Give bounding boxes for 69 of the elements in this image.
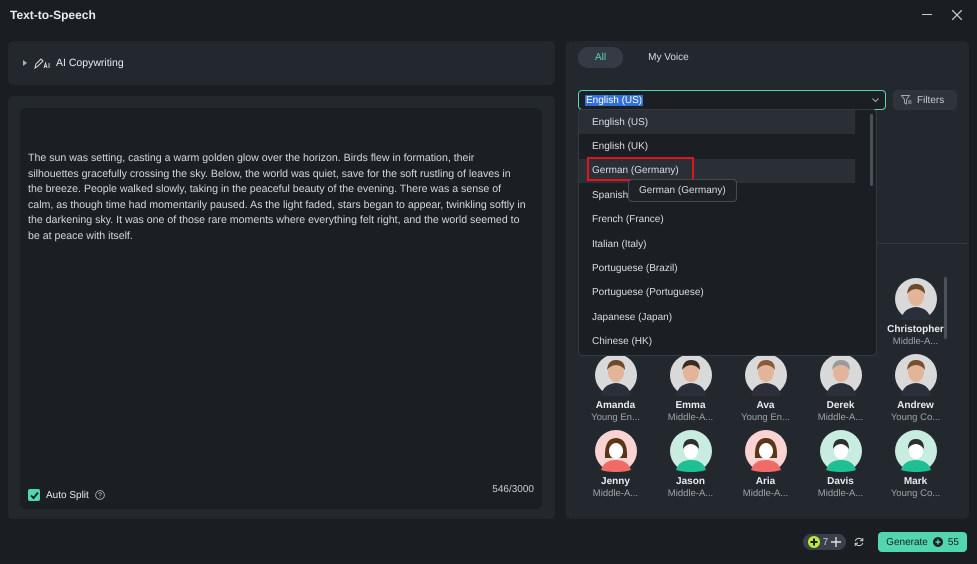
voice-description: Young Co... — [890, 412, 940, 423]
language-option[interactable]: English (US) — [592, 116, 648, 128]
language-option[interactable]: Portuguese (Brazil) — [592, 263, 678, 274]
voice-tab[interactable]: My Voice — [631, 47, 706, 68]
voice-name: Davis — [827, 476, 854, 487]
voice-description: Middle-A... — [818, 488, 864, 499]
voice-tab[interactable]: All — [578, 47, 624, 68]
voice-description: Middle-A... — [818, 412, 864, 423]
character-count: 546/3000 — [492, 484, 534, 494]
voice-description: Middle-A... — [668, 412, 714, 423]
pen-ai-icon — [34, 57, 50, 69]
avatar[interactable] — [594, 354, 636, 396]
voice-description: Young Co... — [890, 488, 940, 499]
coin-icon — [932, 537, 943, 547]
voice-name: Christopher — [887, 324, 944, 335]
language-option[interactable]: Spanish — [592, 190, 628, 201]
scrollbar[interactable] — [870, 114, 873, 186]
voice-description: Middle-A... — [592, 488, 638, 499]
language-select[interactable]: English (US) — [578, 90, 886, 110]
avatar[interactable] — [594, 430, 636, 472]
auto-split-checkbox[interactable] — [28, 489, 40, 501]
filters-button[interactable]: Filters — [893, 90, 957, 110]
avatar[interactable] — [820, 354, 862, 396]
avatar[interactable] — [744, 430, 786, 472]
window-title: Text-to-Speech — [10, 8, 97, 22]
credit-icon — [808, 536, 820, 548]
voice-name: Amanda — [596, 400, 636, 411]
voice-name: Andrew — [897, 400, 934, 411]
language-option[interactable]: Chinese (HK) — [592, 336, 652, 348]
voice-name: Derek — [826, 400, 854, 411]
credits-pill[interactable]: 7 — [802, 534, 846, 550]
voice-description: Middle-A... — [668, 488, 714, 499]
ai-copywriting-label[interactable]: AI Copywriting — [56, 57, 124, 69]
script-text[interactable]: The sun was setting, casting a warm golden glow over the horizon. Birds flew in formation, their silhouettes gracefully crossing the sky. Below, the world was quiet, save for the soft rustling of leaves in the breeze. People walked slowly, taking in the peaceful beauty of the evening. There was a sense of calm, as though time had momentarily paused. As the light faded, stars began to appear, twinkling softly in the darkening sky. It was one of those rare moments where everything felt right, and the world seemed to be at peace with itself. — [28, 151, 526, 245]
help-icon[interactable] — [94, 490, 105, 500]
voice-name: Jenny — [601, 476, 630, 487]
avatar[interactable] — [894, 430, 936, 472]
language-option[interactable]: Portuguese (Portuguese) — [592, 287, 704, 298]
refresh-icon[interactable] — [854, 537, 864, 547]
expand-arrow-icon[interactable] — [22, 60, 28, 66]
close-icon[interactable] — [952, 10, 962, 20]
voice-name: Jason — [676, 476, 705, 487]
scrollbar[interactable] — [944, 277, 947, 339]
voice-description: Middle-A... — [892, 336, 938, 347]
auto-split-label: Auto Split — [46, 490, 89, 500]
voice-description: Young En... — [741, 412, 790, 423]
avatar[interactable] — [670, 430, 712, 472]
voice-description: Young En... — [591, 412, 640, 423]
avatar[interactable] — [670, 354, 712, 396]
generate-button[interactable]: Generate 55 — [878, 532, 967, 552]
language-option[interactable]: French (France) — [592, 214, 664, 226]
language-option[interactable]: German (Germany) — [592, 165, 679, 176]
tooltip: German (Germany) — [628, 179, 737, 202]
filter-icon — [901, 95, 912, 105]
voice-description: Middle-A... — [742, 488, 788, 499]
caret-icon[interactable] — [872, 98, 879, 102]
voice-name: Ava — [756, 400, 774, 411]
voice-name: Mark — [904, 476, 928, 487]
avatar[interactable] — [820, 430, 862, 472]
avatar[interactable] — [894, 354, 936, 396]
minimize-button[interactable] — [922, 14, 932, 16]
language-option[interactable]: Japanese (Japan) — [592, 312, 672, 323]
avatar[interactable] — [894, 278, 936, 320]
avatar[interactable] — [744, 354, 786, 396]
voice-name: Emma — [675, 400, 706, 411]
plus-icon[interactable] — [831, 537, 842, 547]
language-option[interactable]: English (UK) — [592, 141, 648, 152]
language-option[interactable]: Italian (Italy) — [592, 238, 646, 250]
voice-name: Aria — [756, 476, 776, 487]
